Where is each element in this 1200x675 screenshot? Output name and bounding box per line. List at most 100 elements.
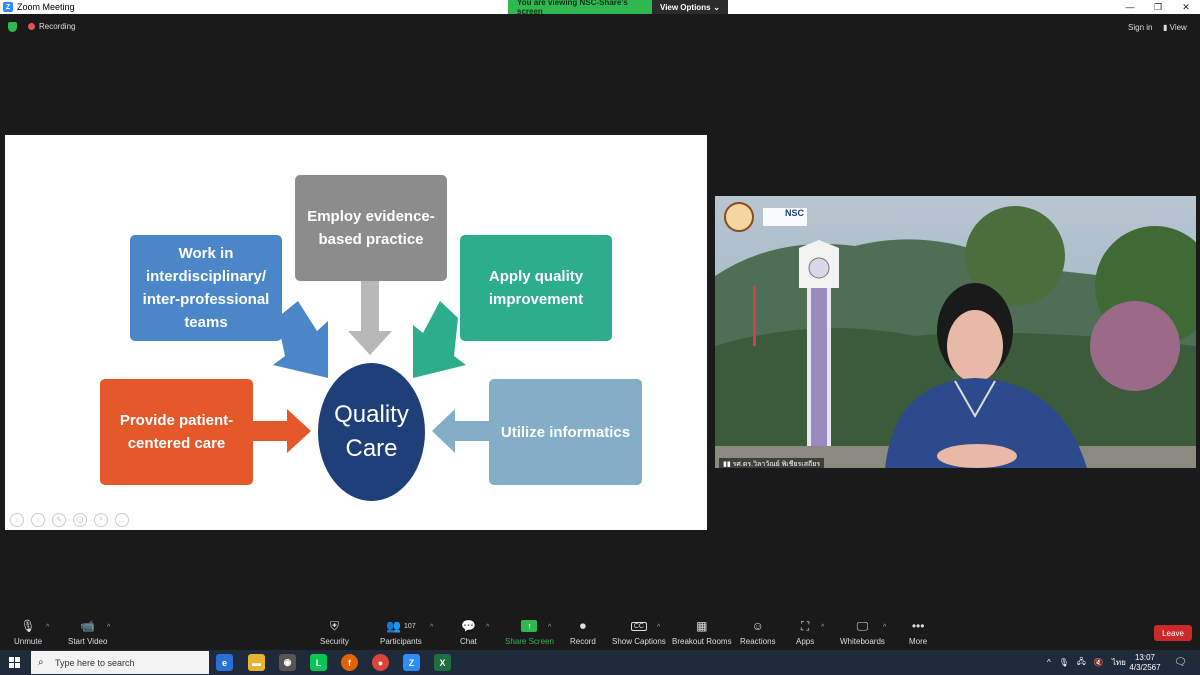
zoom-logo-icon: Z xyxy=(3,2,13,12)
record-label: Record xyxy=(570,637,596,646)
arrow-qi xyxy=(413,301,466,378)
volume-muted-icon[interactable]: 🔇 xyxy=(1094,658,1104,667)
sign-in-button[interactable]: Sign in xyxy=(1128,23,1152,32)
share-screen-icon: ↑ xyxy=(521,618,538,634)
video-options-caret[interactable]: ^ xyxy=(107,624,110,631)
captions-options-caret[interactable]: ^ xyxy=(657,624,660,631)
record-icon: ⏺ xyxy=(579,618,586,633)
signal-bars-icon: ▮▮ xyxy=(723,461,731,468)
chat-label: Chat xyxy=(460,637,477,646)
share-screen-label: Share Screen xyxy=(505,637,554,646)
zoom-taskbar-icon[interactable]: Z xyxy=(403,654,420,671)
view-button[interactable]: ▮ View xyxy=(1163,23,1187,32)
system-tray: ^ 🎙 🖧 🔇 ไทย xyxy=(1047,650,1126,675)
view-options-button[interactable]: View Options ⌄ xyxy=(652,0,728,14)
viewing-banner: You are viewing NSC-Share's screen View … xyxy=(508,0,728,16)
show-captions-button[interactable]: CC Show Captions xyxy=(612,618,666,646)
zoom-icon[interactable]: ⌕ xyxy=(94,513,108,527)
line-app-icon[interactable]: L xyxy=(310,654,327,671)
microphone-muted-icon: 🎙 xyxy=(20,619,36,633)
participants-icon: 👥 107 xyxy=(386,619,416,633)
reactions-button[interactable]: ☺ Reactions xyxy=(740,618,776,646)
next-slide-icon[interactable]: › xyxy=(31,513,45,527)
ellipsis-icon: ••• xyxy=(911,619,925,633)
viewing-banner-text: You are viewing NSC-Share's screen xyxy=(508,0,652,16)
taskbar-search-input[interactable]: ⌕ Type here to search xyxy=(31,651,209,674)
window-title: Zoom Meeting xyxy=(17,2,75,12)
minimize-button[interactable]: — xyxy=(1116,0,1144,14)
leave-button[interactable]: Leave xyxy=(1154,625,1192,641)
unmute-button[interactable]: 🎙 Unmute xyxy=(14,618,42,646)
box-patient-centered-care: Provide patient-centered care xyxy=(100,379,253,485)
search-icon: ⌕ xyxy=(38,657,44,668)
shared-screen-slide: Employ evidence-based practice Work in i… xyxy=(5,135,707,530)
network-icon[interactable]: 🖧 xyxy=(1077,656,1086,670)
participants-button[interactable]: 👥 107 Participants xyxy=(380,618,422,646)
edge-browser-icon[interactable]: e xyxy=(216,654,233,671)
meeting-status-row: Recording Sign in ▮ View xyxy=(0,18,1200,36)
participants-label: Participants xyxy=(380,637,422,646)
participant-name-label: ▮▮ รศ.ดร.วิลาวัณย์ พิเชียรเสถียร xyxy=(719,458,825,468)
box-interdisciplinary-teams: Work in interdisciplinary/ inter-profess… xyxy=(130,235,282,341)
microphone-tray-icon[interactable]: 🎙 xyxy=(1059,658,1069,667)
camera-app-icon[interactable]: ◉ xyxy=(279,654,296,671)
restore-button[interactable]: ❐ xyxy=(1144,0,1172,14)
video-camera-off-icon: 📹 xyxy=(80,619,96,633)
participants-options-caret[interactable]: ^ xyxy=(430,624,433,631)
windows-start-icon[interactable] xyxy=(9,657,20,668)
reactions-smile-icon: ☺ xyxy=(751,619,764,633)
box-quality-improvement: Apply quality improvement xyxy=(460,235,612,341)
language-indicator[interactable]: ไทย xyxy=(1112,656,1126,669)
start-video-button[interactable]: 📹 Start Video xyxy=(68,618,107,646)
security-button[interactable]: ⛨ Security xyxy=(320,618,349,647)
apps-button[interactable]: ⛶ Apps xyxy=(796,618,814,647)
speaker-video-tile[interactable]: NSC ▮▮ รศ.ดร.วิลาวัณย์ พิเชียรเสถียร xyxy=(715,196,1196,468)
clock-date: 4/3/2567 xyxy=(1129,663,1161,672)
close-button[interactable]: ✕ xyxy=(1172,0,1200,14)
file-explorer-icon[interactable]: ▬ xyxy=(248,654,265,671)
chat-options-caret[interactable]: ^ xyxy=(486,624,489,631)
pen-icon[interactable]: ✎ xyxy=(52,513,66,527)
security-shield-icon: ⛨ xyxy=(329,618,339,633)
audio-options-caret[interactable]: ^ xyxy=(46,624,49,631)
slide-controls: ‹ › ✎ ❏ ⌕ … xyxy=(10,513,129,527)
prev-slide-icon[interactable]: ‹ xyxy=(10,513,24,527)
more-button[interactable]: ••• More xyxy=(909,618,927,646)
more-icon[interactable]: … xyxy=(115,513,129,527)
excel-icon[interactable]: X xyxy=(434,654,451,671)
chat-button[interactable]: 💬 Chat xyxy=(460,618,477,646)
chevron-down-icon: ⌄ xyxy=(713,2,720,12)
apps-options-caret[interactable]: ^ xyxy=(821,624,824,631)
security-label: Security xyxy=(320,637,349,646)
share-screen-button[interactable]: ↑ Share Screen xyxy=(505,618,554,646)
participant-name: รศ.ดร.วิลาวัณย์ พิเชียรเสถียร xyxy=(732,461,821,468)
view-label: View xyxy=(1169,23,1187,32)
box-evidence-based-practice: Employ evidence-based practice xyxy=(295,175,447,281)
taskbar-clock[interactable]: 13:07 4/3/2567 xyxy=(1128,653,1162,673)
breakout-rooms-button[interactable]: ▦ Breakout Rooms xyxy=(672,618,732,646)
chrome-icon[interactable]: ● xyxy=(372,654,389,671)
share-options-caret[interactable]: ^ xyxy=(548,624,551,631)
tray-chevron-up-icon[interactable]: ^ xyxy=(1047,658,1051,667)
whiteboards-options-caret[interactable]: ^ xyxy=(883,624,886,631)
whiteboard-icon: 🖵 xyxy=(856,618,869,633)
clock-time: 13:07 xyxy=(1134,653,1156,662)
taskbar-search-placeholder: Type here to search xyxy=(55,657,135,668)
notifications-icon[interactable]: 🗨 xyxy=(1174,650,1187,675)
whiteboards-label: Whiteboards xyxy=(840,637,885,646)
arrow-inf xyxy=(432,409,489,453)
captions-icon: CC xyxy=(630,618,647,634)
window-controls: — ❐ ✕ xyxy=(1116,0,1200,14)
unmute-label: Unmute xyxy=(14,637,43,646)
breakout-rooms-icon: ▦ xyxy=(696,619,708,633)
encryption-shield-icon[interactable] xyxy=(8,22,17,32)
box-utilize-informatics: Utilize informatics xyxy=(489,379,642,485)
whiteboards-button[interactable]: 🖵 Whiteboards xyxy=(840,618,885,647)
recording-indicator[interactable]: Recording xyxy=(28,22,75,31)
start-video-label: Start Video xyxy=(68,637,108,646)
more-label: More xyxy=(909,637,928,646)
chat-bubble-icon: 💬 xyxy=(460,619,476,633)
record-button[interactable]: ⏺ Record xyxy=(570,618,596,647)
firefox-icon[interactable]: f xyxy=(341,654,358,671)
copy-icon[interactable]: ❏ xyxy=(73,513,87,527)
